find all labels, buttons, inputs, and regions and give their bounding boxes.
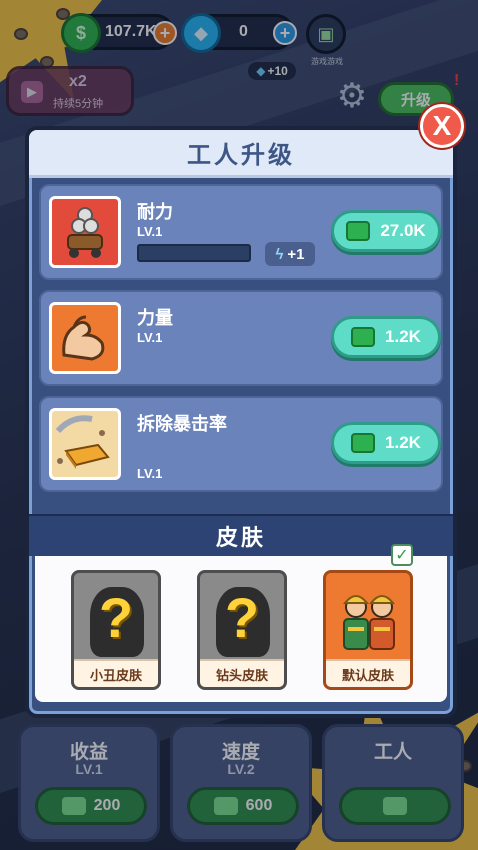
worker-upgrade-panel: 工人升级 耐力 LV.1 ϟ +1 27.0K 力量 LV.1 1.2K 拆除暴… [25, 126, 457, 718]
skin-name: 默认皮肤 [326, 659, 410, 687]
buy-upgrade-button[interactable]: 1.2K [331, 316, 441, 358]
close-button[interactable]: X [420, 104, 464, 148]
cash-icon [346, 221, 371, 241]
bonus-badge: ϟ +1 [265, 242, 315, 266]
muscle-arm-icon [49, 302, 121, 374]
upgrade-price: 1.2K [385, 327, 421, 346]
skin-drill[interactable]: ? 钻头皮肤 [197, 570, 287, 690]
buy-upgrade-button[interactable]: 1.2K [331, 422, 441, 464]
upgrade-level: LV.1 [137, 330, 163, 345]
upgrade-level: LV.1 [137, 224, 163, 239]
cash-icon [351, 433, 376, 453]
skins-title: 皮肤 [215, 525, 266, 550]
skins-list: ? 小丑皮肤 ? 钻头皮肤 ✓ 默认皮肤 [35, 544, 447, 702]
gold-bar-icon [49, 408, 121, 480]
upgrade-name: 拆除暴击率 [137, 414, 227, 434]
upgrade-name: 力量 [137, 308, 173, 328]
panel-header: 工人升级 [29, 130, 453, 178]
upgrade-row-strength: 力量 LV.1 1.2K [39, 290, 443, 386]
bonus-value: +1 [287, 245, 305, 263]
stamina-icon [49, 196, 121, 268]
skin-clown[interactable]: ? 小丑皮肤 [71, 570, 161, 690]
question-mark-icon: ? [224, 586, 260, 649]
question-mark-icon: ? [98, 586, 134, 649]
upgrade-name: 耐力 [137, 202, 173, 222]
cash-icon [351, 327, 376, 347]
worker-crew-icon [342, 595, 396, 650]
upgrade-progress-bar [137, 244, 251, 262]
buy-upgrade-button[interactable]: 27.0K [331, 210, 441, 252]
upgrade-price: 27.0K [380, 221, 426, 240]
upgrade-price: 1.2K [385, 433, 421, 452]
panel-title: 工人升级 [187, 142, 295, 169]
selected-checkmark-icon: ✓ [391, 544, 413, 566]
upgrade-row-stamina: 耐力 LV.1 ϟ +1 27.0K [39, 184, 443, 280]
skins-header: 皮肤 [29, 514, 453, 556]
skin-default[interactable]: 默认皮肤 [323, 570, 413, 690]
skin-name: 钻头皮肤 [200, 659, 284, 687]
upgrade-level: LV.1 [137, 466, 163, 481]
skin-name: 小丑皮肤 [74, 659, 158, 687]
lightning-icon: ϟ [275, 245, 284, 263]
upgrade-row-demolition-crit: 拆除暴击率 LV.1 1.2K [39, 396, 443, 492]
